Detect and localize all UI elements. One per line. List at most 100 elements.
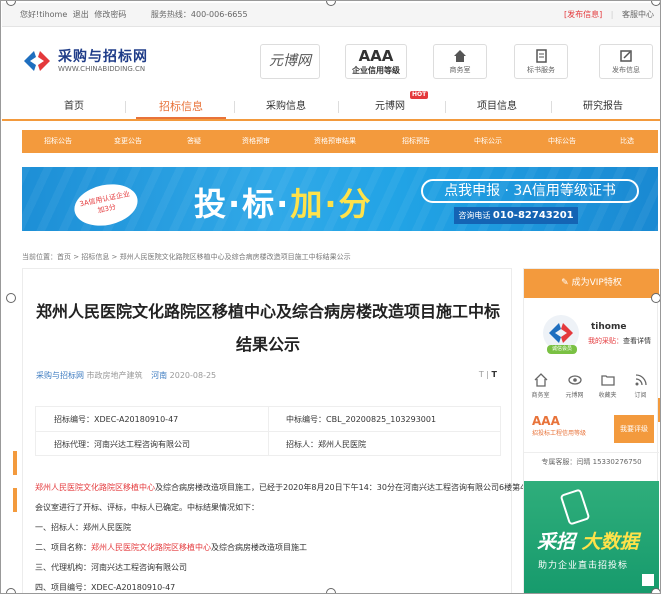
banner-tel-number: 010-82743201 <box>492 210 574 221</box>
quick-favorites[interactable]: 收藏夹 <box>591 369 624 399</box>
username: tihome <box>591 322 627 332</box>
edit-icon <box>620 50 632 62</box>
aaa-subtitle: 企业信用等级 <box>352 66 400 75</box>
subnav-comparison[interactable]: 比选 <box>620 130 634 153</box>
meta-date: 2020-08-25 <box>169 371 217 380</box>
hotline-text: 服务热线：400-006-6655 <box>150 10 248 19</box>
nav-bid-info[interactable]: 招标信息 <box>136 94 226 119</box>
font-size-toggle: T | T <box>478 370 497 379</box>
article-title-line-1: 郑州人民医院文化路院区移植中心及综合病房楼改造项目施工中标 <box>35 302 500 321</box>
meta-source-link[interactable]: 采购与招标网 <box>36 371 84 380</box>
banner-consult-phone: 咨询电话 010-82743201 <box>454 207 578 224</box>
body-highlight-link-1[interactable]: 郑州人民医院文化路院区移植中心 <box>35 483 155 492</box>
ad-title: 采招 大数据 <box>537 527 639 554</box>
subnav-change-notice[interactable]: 变更公告 <box>114 130 142 153</box>
site-logo[interactable]: 采购与招标网 WWW.CHINABIDDING.CN <box>22 45 152 79</box>
sub-nav: 招标公告 变更公告 答疑 资格预审 资格预审结果 招标预告 中标公示 中标公告 … <box>22 130 658 153</box>
apply-pill-button[interactable]: 点我申报 · 3A信用等级证书 <box>421 179 639 203</box>
exclusive-service-phone: 专属客服：闫晴 15330276750 <box>541 458 642 466</box>
subnav-prequalification[interactable]: 资格预审 <box>242 130 270 153</box>
ad-title-part-1: 采招 <box>537 531 576 553</box>
resize-handle-middle-left[interactable] <box>6 293 16 303</box>
credit-rating-info: AAA 招投标工程信用等级 <box>532 414 612 437</box>
floating-tab-left-2[interactable] <box>13 488 17 512</box>
rate-me-button[interactable]: 我要评级 <box>614 415 654 443</box>
service-center-link[interactable]: 客服中心 <box>622 10 654 19</box>
body-paragraph-6: 四、项目编号：XDEC-A20180910-47 <box>35 583 176 592</box>
body-paragraph-1: 郑州人民医院文化路院区移植中心及综合病房楼改造项目施工，已经于2020年8月20… <box>35 478 525 498</box>
nav-project-info[interactable]: 项目信息 <box>447 94 547 119</box>
meta-category: 市政房地产建筑 <box>86 371 143 380</box>
top-bar: 您好!tihome 退出 修改密码 服务热线：400-006-6655 [发布信… <box>2 3 660 27</box>
big-data-ad[interactable]: 采招 大数据 助力企业直击招投标 <box>524 481 659 593</box>
article-meta: 采购与招标网 市政房地产建筑 河南 2020-08-25 <box>36 370 222 381</box>
office-label: 商务室 <box>449 66 471 74</box>
body-text-1: 及综合病房楼改造项目施工，已经于2020年8月20日下午14：30分在河南兴达工… <box>155 483 526 492</box>
resize-handle-bottom-left[interactable] <box>6 588 16 593</box>
font-small-button[interactable]: T <box>479 370 484 379</box>
yuanbo-label: 元博网 <box>269 53 311 69</box>
phone-icon <box>559 488 591 526</box>
home-icon <box>534 373 547 387</box>
resize-handle-bottom-right[interactable] <box>651 588 660 593</box>
floating-tab-left-1[interactable] <box>13 451 17 475</box>
nav-home[interactable]: 首页 <box>24 94 124 119</box>
breadcrumb[interactable]: 当前位置：首页 > 招标信息 > 郑州人民医院文化路院区移植中心及综合病房楼改造… <box>22 252 351 262</box>
promo-banner[interactable]: 3A信用认证企业 加3分 投·标·加·分 点我申报 · 3A信用等级证书 咨询电… <box>22 167 658 231</box>
hot-badge: HOT <box>410 91 429 99</box>
become-vip-button[interactable]: ✎ 成为VIP特权 <box>524 269 659 298</box>
subnav-prequalification-result[interactable]: 资格预审结果 <box>314 130 356 153</box>
quick-office[interactable]: 商务室 <box>524 369 557 399</box>
vip-edit-icon: ✎ <box>561 278 572 288</box>
body-highlight-link-2[interactable]: 郑州人民医院文化路院区移植中心 <box>91 543 211 552</box>
publish-info-button[interactable]: 发布信息 <box>599 44 653 79</box>
main-nav: 首页 招标信息 采购信息 元博网 HOT 项目信息 研究报告 <box>2 91 660 121</box>
view-detail-link[interactable]: 查看详情 <box>623 337 651 345</box>
page: 您好!tihome 退出 修改密码 服务热线：400-006-6655 [发布信… <box>0 0 661 594</box>
body-text-4-prefix: 二、项目名称： <box>35 543 91 552</box>
greeting-text: 您好!tihome <box>20 10 68 19</box>
bid-agent: 招标代理：河南兴达工程咨询有限公司 <box>54 440 190 449</box>
subnav-award-publicity[interactable]: 中标公示 <box>474 130 502 153</box>
office-button[interactable]: 商务室 <box>433 44 487 79</box>
publish-info-link[interactable]: [发布信息] <box>564 10 602 19</box>
rss-icon <box>635 374 647 386</box>
article-panel: 郑州人民医院文化路院区移植中心及综合病房楼改造项目施工中标 结果公示 采购与招标… <box>22 268 525 593</box>
subnav-bid-preview[interactable]: 招标预告 <box>402 130 430 153</box>
banner-slogan-part-2: 加·分 <box>290 185 373 223</box>
resize-handle-middle-right[interactable] <box>651 293 660 303</box>
subnav-qa[interactable]: 答疑 <box>187 130 201 153</box>
meta-region-link[interactable]: 河南 <box>151 371 167 380</box>
banner-tel-label: 咨询电话 <box>458 211 491 220</box>
resize-handle-bottom-center[interactable] <box>326 588 336 593</box>
document-icon <box>536 49 547 63</box>
bid-number: 招标编号：XDEC-A20180910-47 <box>54 415 179 424</box>
logout-link[interactable]: 退出 <box>73 10 89 19</box>
bid-document-service-button[interactable]: 标书服务 <box>514 44 568 79</box>
font-large-button[interactable]: T <box>492 370 497 379</box>
ad-subtitle: 助力企业直击招投标 <box>538 561 629 571</box>
home-icon <box>454 50 466 62</box>
article-title-line-2: 结果公示 <box>235 335 300 354</box>
quick-subscribe[interactable]: 订阅 <box>624 369 657 399</box>
quick-yuanbo[interactable]: 元博网 <box>558 369 591 399</box>
vip-label: 成为VIP特权 <box>571 278 622 288</box>
subnav-award-notice[interactable]: 中标公告 <box>548 130 576 153</box>
quick-favorites-label: 收藏夹 <box>598 392 617 399</box>
ad-title-part-2: 大数据 <box>581 531 639 553</box>
nav-procurement-info[interactable]: 采购信息 <box>236 94 336 119</box>
quick-subscribe-label: 订阅 <box>634 392 647 399</box>
my-collect: 我的采贴：查看详情 <box>588 336 651 346</box>
article-title: 郑州人民医院文化路院区移植中心及综合病房楼改造项目施工中标 结果公示 <box>23 295 513 361</box>
aaa-credit-button[interactable]: AAA 企业信用等级 <box>345 44 407 79</box>
change-password-link[interactable]: 修改密码 <box>94 10 126 19</box>
user-sidebar: ✎ 成为VIP特权 诚信会员 tihome 我的采贴：查看详情 商务室 元博网 … <box>523 268 659 593</box>
subnav-bid-notice[interactable]: 招标公告 <box>44 130 72 153</box>
qr-code-icon <box>642 574 654 586</box>
body-paragraph-5: 三、代理机构：河南兴达工程咨询有限公司 <box>35 563 187 572</box>
nav-research-report[interactable]: 研究报告 <box>553 94 653 119</box>
bid-document-label: 标书服务 <box>527 66 555 74</box>
body-text-4-rest: 及综合病房楼改造项目施工 <box>211 543 307 552</box>
yuanbo-logo-button[interactable]: 元博网 <box>260 44 320 79</box>
body-paragraph-3: 一、招标人：郑州人民医院 <box>35 523 131 532</box>
